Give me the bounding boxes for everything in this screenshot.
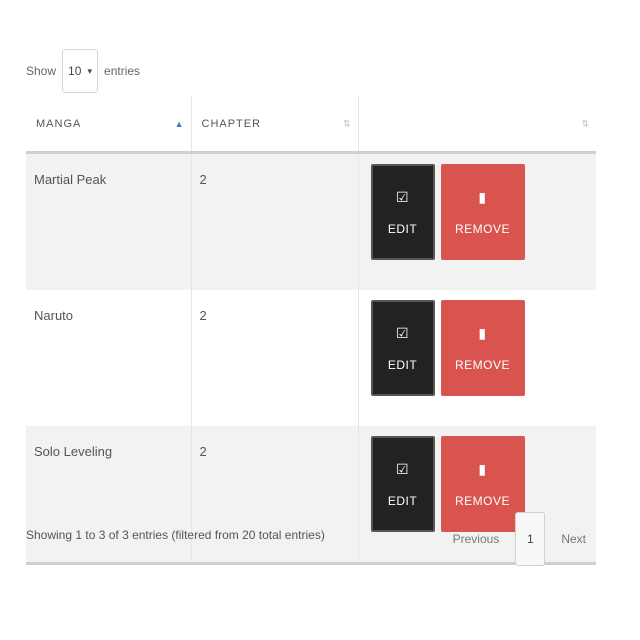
table-row: Naruto 2 ☑ EDIT ▮ REMOVE [26, 290, 596, 426]
manga-table: MANGA ▲ CHAPTER ⇅ ⇅ Martial Peak 2 ☑ EDI… [26, 96, 596, 565]
length-menu: Show 10 ▾ entries [26, 48, 140, 94]
column-label: MANGA [36, 117, 82, 130]
table-row: Martial Peak 2 ☑ EDIT ▮ REMOVE [26, 152, 596, 290]
column-header-actions[interactable]: ⇅ [358, 96, 596, 154]
edit-icon: ☑ [395, 188, 410, 205]
edit-label: EDIT [387, 493, 418, 508]
actions-cell: ☑ EDIT ▮ REMOVE [358, 152, 596, 290]
edit-button[interactable]: ☑ EDIT [370, 300, 435, 396]
manga-cell: Solo Leveling [26, 426, 192, 565]
edit-button[interactable]: ☑ EDIT [370, 164, 435, 260]
remove-label: REMOVE [454, 221, 510, 236]
edit-button[interactable]: ☑ EDIT [370, 436, 435, 532]
edit-label: EDIT [387, 357, 418, 372]
column-header-chapter[interactable]: CHAPTER ⇅ [191, 96, 359, 154]
trash-icon: ▮ [478, 324, 487, 341]
remove-label: REMOVE [454, 357, 510, 372]
edit-icon: ☑ [395, 324, 410, 341]
table-info: Showing 1 to 3 of 3 entries (filtered fr… [26, 528, 325, 542]
entries-select[interactable]: 10 ▾ [62, 49, 99, 93]
remove-button[interactable]: ▮ REMOVE [440, 300, 525, 396]
chapter-cell: 2 [191, 426, 359, 565]
column-label: CHAPTER [201, 117, 262, 130]
trash-icon: ▮ [478, 460, 487, 477]
manga-cell: Martial Peak [26, 152, 192, 290]
remove-label: REMOVE [454, 493, 510, 508]
edit-label: EDIT [387, 221, 418, 236]
pagination: Previous 1 Next [443, 512, 596, 566]
length-prefix: Show [26, 64, 57, 78]
sort-ascending-icon: ▲ [174, 118, 185, 129]
chapter-cell: 2 [191, 152, 359, 290]
sort-icon: ⇅ [342, 118, 352, 128]
pagination-page-1[interactable]: 1 [515, 512, 546, 566]
sort-icon: ⇅ [581, 118, 590, 128]
table-header-row: MANGA ▲ CHAPTER ⇅ ⇅ [26, 96, 596, 154]
edit-icon: ☑ [395, 460, 410, 477]
pagination-next[interactable]: Next [551, 513, 596, 565]
chevron-down-icon: ▾ [87, 65, 93, 76]
chapter-cell: 2 [191, 290, 359, 426]
length-suffix: entries [104, 64, 141, 78]
entries-select-value: 10 [68, 64, 82, 78]
manga-cell: Naruto [26, 290, 192, 426]
trash-icon: ▮ [478, 188, 487, 205]
actions-cell: ☑ EDIT ▮ REMOVE [358, 290, 596, 426]
pagination-previous[interactable]: Previous [443, 513, 510, 565]
column-header-manga[interactable]: MANGA ▲ [26, 96, 192, 154]
remove-button[interactable]: ▮ REMOVE [440, 164, 525, 260]
